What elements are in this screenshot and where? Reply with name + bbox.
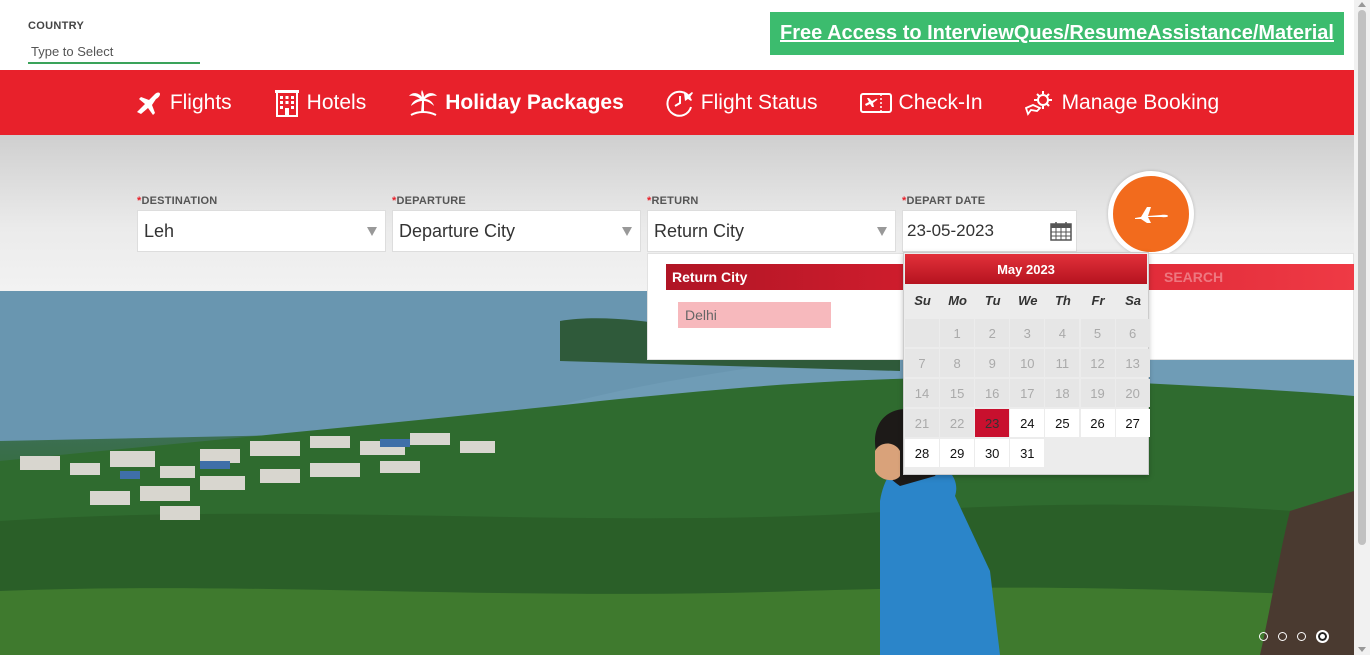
carousel-dot-active[interactable] <box>1316 630 1329 643</box>
nav-label: Flights <box>169 90 232 114</box>
weekday-label: Su <box>914 293 931 308</box>
nav-item-flights[interactable]: Flights <box>135 90 232 116</box>
weekday-label: We <box>1018 293 1038 308</box>
calendar-icon[interactable] <box>1050 221 1072 241</box>
flight-clock-icon <box>666 90 693 117</box>
calendar-day[interactable]: 25 <box>1045 409 1080 437</box>
depart-date-value: 23-05-2023 <box>907 221 994 240</box>
calendar-day[interactable]: 26 <box>1080 409 1115 437</box>
country-selector: COUNTRY <box>28 20 200 64</box>
hotel-building-icon <box>274 89 299 117</box>
destination-value: Leh <box>144 220 175 241</box>
weekday-label: Th <box>1054 293 1071 308</box>
calendar-day: 12 <box>1080 349 1115 377</box>
country-label: COUNTRY <box>28 20 85 32</box>
return-label: RETURN <box>651 195 699 207</box>
search-button[interactable] <box>1108 171 1194 257</box>
carousel-dot[interactable] <box>1297 632 1306 641</box>
calendar-day: 22 <box>940 409 975 437</box>
nav-item-holiday-packages[interactable]: Holiday Packages <box>408 89 624 117</box>
palm-tree-icon <box>409 89 438 116</box>
nav-label: Hotels <box>306 90 367 114</box>
scroll-thumb[interactable] <box>1358 10 1366 545</box>
gear-hand-icon <box>1024 90 1052 116</box>
calendar-day: 3 <box>1010 319 1045 347</box>
depart-date-label: DEPART DATE <box>906 195 986 207</box>
calendar-day: 21 <box>905 409 939 437</box>
calendar-day: 16 <box>975 379 1010 407</box>
calendar-day: 14 <box>905 379 939 407</box>
free-access-link[interactable]: Free Access to InterviewQues/ResumeAssis… <box>770 12 1344 55</box>
nav-item-check-in[interactable]: Check-In <box>859 90 983 115</box>
calendar-day: 15 <box>940 379 975 407</box>
calendar-day[interactable]: 28 <box>905 439 939 467</box>
departure-label: DEPARTURE <box>396 195 466 207</box>
calendar-day: 13 <box>1115 349 1150 377</box>
destination-select[interactable]: Leh <box>137 210 386 252</box>
departure-select[interactable]: Departure City <box>392 210 641 252</box>
calendar-day[interactable]: 31 <box>1010 439 1045 467</box>
page-scrollbar[interactable] <box>1354 0 1370 655</box>
departure-field: *DEPARTURE Departure City <box>392 195 641 252</box>
depart-date-input[interactable]: 23-05-2023 <box>902 210 1077 252</box>
return-value: Return City <box>654 220 745 241</box>
nav-item-flight-status[interactable]: Flight Status <box>666 89 818 117</box>
scroll-down-arrow[interactable] <box>1358 647 1366 652</box>
weekday-label: Sa <box>1125 293 1142 308</box>
nav-label: Manage Booking <box>1061 90 1220 114</box>
calendar-empty-cell <box>905 319 939 347</box>
weekday-label: Mo <box>948 293 967 308</box>
calendar-day: 18 <box>1045 379 1080 407</box>
carousel-dot[interactable] <box>1278 632 1287 641</box>
calendar-day[interactable]: 24 <box>1010 409 1045 437</box>
date-picker: May 2023 Su Mo Tu We Th Fr Sa 1 2 3 4 5 6 7 8 9 10 11 12 13… <box>903 252 1150 475</box>
chevron-down-icon <box>367 226 377 236</box>
calendar-day: 1 <box>940 319 975 347</box>
city-option-delhi[interactable]: Delhi <box>678 302 831 328</box>
nav-label: Flight Status <box>700 90 818 114</box>
weekday-label: Tu <box>984 293 1001 308</box>
return-select[interactable]: Return City <box>647 210 896 252</box>
calendar-day[interactable]: 29 <box>940 439 975 467</box>
calendar-day: 19 <box>1080 379 1115 407</box>
page: COUNTRY Free Access to InterviewQues/Res… <box>0 0 1370 655</box>
dropdown-header-label: Return City <box>672 269 748 285</box>
calendar-day: 8 <box>940 349 975 377</box>
calendar-day: 10 <box>1010 349 1045 377</box>
depart-date-field: *DEPART DATE 23-05-2023 <box>902 195 1077 252</box>
chevron-down-icon <box>877 226 887 236</box>
return-field: *RETURN Return City <box>647 195 896 252</box>
calendar-day: 4 <box>1045 319 1080 347</box>
search-label-behind: SEARCH <box>1164 269 1224 285</box>
calendar-day: 9 <box>975 349 1010 377</box>
boarding-pass-icon <box>859 92 892 113</box>
nav-label: Holiday Packages <box>445 90 624 114</box>
main-nav: Flights Hotels Holiday Packages Flight S… <box>0 70 1354 135</box>
nav-label: Check-In <box>898 90 983 114</box>
carousel-indicators <box>1259 630 1339 643</box>
calendar-day: 7 <box>905 349 939 377</box>
destination-label: DESTINATION <box>141 195 218 207</box>
calendar-day[interactable]: 30 <box>975 439 1010 467</box>
nav-item-hotels[interactable]: Hotels <box>274 89 367 117</box>
nav-item-manage-booking[interactable]: Manage Booking <box>1024 90 1220 116</box>
calendar-day: 5 <box>1080 319 1115 347</box>
calendar-day: 20 <box>1115 379 1150 407</box>
carousel-dot[interactable] <box>1259 632 1268 641</box>
calendar-month-label: May 2023 <box>905 254 1147 284</box>
weekday-label: Fr <box>1091 293 1105 308</box>
calendar-day: 6 <box>1115 319 1150 347</box>
calendar-day-selected[interactable]: 23 <box>975 409 1010 437</box>
calendar-day: 2 <box>975 319 1010 347</box>
chevron-down-icon <box>622 226 632 236</box>
scroll-up-arrow[interactable] <box>1358 2 1366 7</box>
airplane-icon <box>1135 207 1168 223</box>
calendar-day: 11 <box>1045 349 1080 377</box>
country-input[interactable] <box>28 40 200 64</box>
calendar-day[interactable]: 27 <box>1115 409 1150 437</box>
calendar-day: 17 <box>1010 379 1045 407</box>
destination-field: *DESTINATION Leh <box>137 195 386 252</box>
departure-value: Departure City <box>399 220 516 241</box>
airplane-icon <box>136 92 160 115</box>
